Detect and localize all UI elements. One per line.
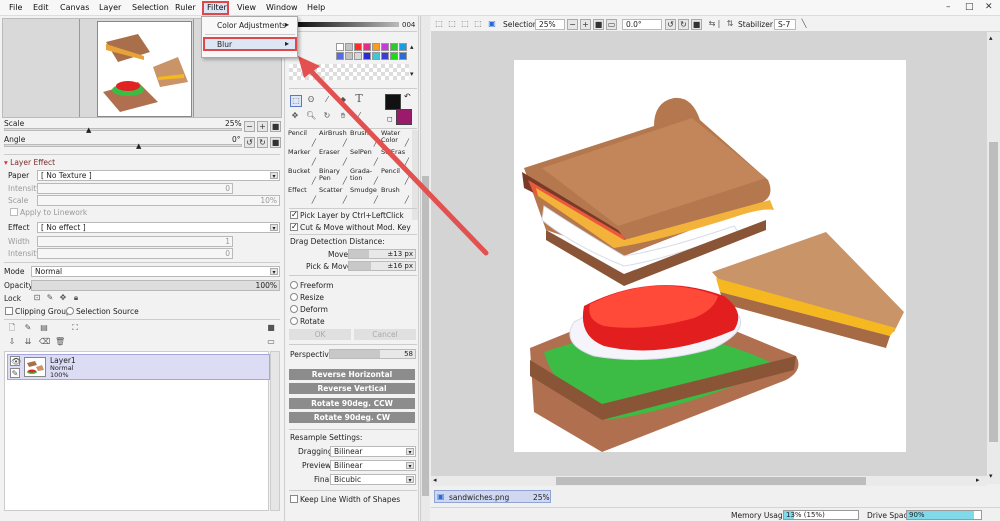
- scroll-up-icon[interactable]: ▴: [989, 34, 993, 42]
- menu-item-color-adjustments[interactable]: Color Adjustments ▸: [205, 20, 295, 32]
- status-bar: Memory Usage 13% (15%) Drive Space 90%: [431, 507, 1000, 521]
- submenu-arrow-icon: ▸: [285, 20, 290, 29]
- paint-tool-sai-window: File Edit Canvas Layer Selection Ruler F…: [0, 0, 1000, 521]
- canvas-tab-zoom: 25%: [533, 493, 550, 502]
- canvas-tab[interactable]: ▣ sandwiches.png 25%: [434, 490, 551, 503]
- canvas-hscrollbar[interactable]: ◂ ▸: [431, 476, 987, 486]
- menu-item-label: Color Adjustments: [217, 21, 286, 30]
- canvas-vscrollbar[interactable]: ▴ ▾: [987, 32, 1000, 484]
- memory-usage-label: Memory Usage: [731, 511, 788, 520]
- canvas-filename: sandwiches.png: [449, 493, 510, 502]
- scrollbar-thumb[interactable]: [556, 477, 866, 485]
- memory-usage-meter: 13% (15%): [783, 510, 859, 520]
- memory-usage-value: 13% (15%): [786, 511, 825, 519]
- image-file-icon: ▣: [437, 492, 445, 501]
- scroll-down-icon[interactable]: ▾: [989, 472, 993, 480]
- canvas-tab-bar: ▣ sandwiches.png 25%: [431, 487, 1000, 507]
- canvas-area[interactable]: [298, 32, 987, 484]
- drive-space-value: 90%: [909, 511, 925, 519]
- submenu-arrow-icon: ▸: [285, 39, 290, 48]
- filter-dropdown-menu: Color Adjustments ▸ Blur ▸: [201, 16, 298, 58]
- scroll-left-icon[interactable]: ◂: [433, 476, 437, 484]
- menu-item-label: Blur: [217, 40, 233, 49]
- scroll-right-icon[interactable]: ▸: [976, 476, 980, 484]
- drive-space-meter: 90%: [906, 510, 982, 520]
- annotation-arrow: [298, 56, 489, 256]
- scrollbar-thumb[interactable]: [989, 142, 998, 442]
- menu-divider: [205, 34, 295, 35]
- menu-item-blur[interactable]: Blur ▸: [203, 37, 297, 51]
